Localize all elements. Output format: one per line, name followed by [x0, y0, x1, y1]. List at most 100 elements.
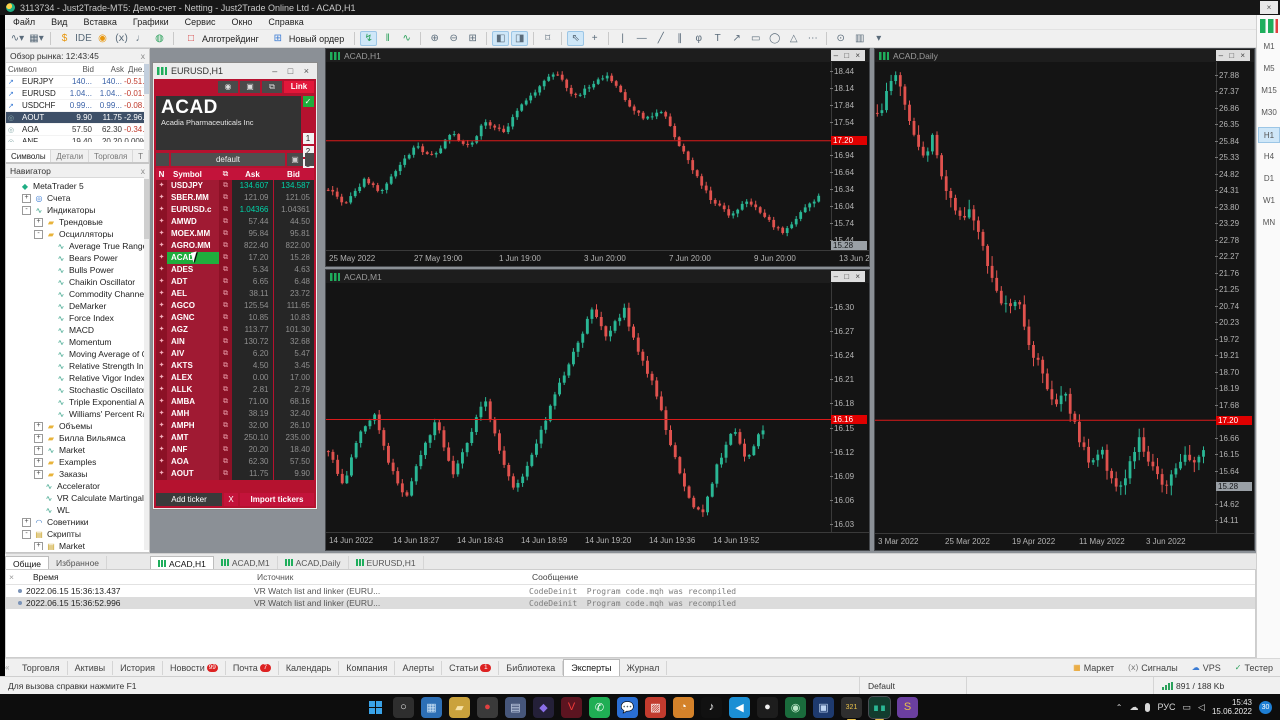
new-order-button[interactable]: ⊞ Новый ордер [265, 31, 350, 46]
watchlist-row[interactable]: ✦ ALLK ⧉ 2.81 2.79 [156, 384, 314, 396]
watchlist-row[interactable]: ✦ ADT ⧉ 6.65 6.48 [156, 276, 314, 288]
tick-chart-icon[interactable]: ↯ [360, 31, 378, 46]
vertical-line-icon[interactable]: | [614, 31, 631, 46]
navigator-item[interactable]: ∿ Commodity Channel In [6, 288, 149, 300]
timeframe-H4[interactable]: H4 [1258, 149, 1280, 165]
floppy-app-icon[interactable]: ▤ [505, 696, 526, 718]
row-link-icon[interactable]: ⧉ [219, 444, 232, 456]
zoom-in-icon[interactable]: ⊕ [426, 31, 443, 46]
navigator-item[interactable]: + ▰ Заказы [6, 468, 149, 480]
trendline-icon[interactable]: ╱ [652, 31, 669, 46]
chart-type-dropdown[interactable]: ∿▾ [9, 31, 26, 46]
search-icon[interactable]: ○ [393, 696, 414, 718]
market-watch-tab-Торговля[interactable]: Торговля [89, 150, 134, 162]
navigator-item[interactable]: ∿ WL [6, 504, 149, 516]
status-profile[interactable]: Default [860, 677, 967, 694]
market-watch-tab-Символы[interactable]: Символы [6, 150, 52, 162]
collapse-minus-icon[interactable]: - [22, 529, 31, 539]
bars-chart-icon[interactable]: ‖ [379, 31, 396, 46]
telegram-icon[interactable]: ◀ [729, 696, 750, 718]
navigator-scrollbar[interactable] [144, 177, 149, 550]
start-button[interactable] [365, 697, 386, 718]
time-axis-m1[interactable]: 14 Jun 2022 14 Jun 18:27 14 Jun 18:43 14 Ju… [326, 532, 869, 551]
bottom-button-Сигналы[interactable]: (ⅹ) Сигналы [1121, 663, 1185, 673]
expand-plus-icon[interactable]: + [34, 445, 43, 455]
mw-col-1[interactable]: Bid [64, 65, 94, 74]
menu-3[interactable]: Графики [125, 15, 177, 29]
market-watch-tab-Детали[interactable]: Детали [51, 150, 89, 162]
auto-scroll-icon[interactable]: ◨ [511, 31, 529, 46]
navigator-item[interactable]: ∿ Average True Range [6, 240, 149, 252]
navigator-item[interactable]: ∿ Stochastic Oscillator [6, 384, 149, 396]
row-link-icon[interactable]: ⧉ [219, 372, 232, 384]
navigator-item[interactable]: + ▰ Examples [6, 456, 149, 468]
menu-4[interactable]: Сервис [177, 15, 224, 29]
zoom-out-icon[interactable]: ⊖ [445, 31, 462, 46]
navigator-tab-Избранное[interactable]: Избранное [49, 556, 108, 569]
fibonacci-icon[interactable]: φ [690, 31, 707, 46]
navigator-item[interactable]: + ◠ Советники [6, 516, 149, 528]
watchlist-row[interactable]: ✦ AMH ⧉ 38.19 32.40 [156, 408, 314, 420]
toolbox-tab-Эксперты[interactable]: Эксперты [563, 659, 620, 676]
row-link-icon[interactable]: ⧉ [219, 348, 232, 360]
row-link-icon[interactable]: ⧉ [219, 336, 232, 348]
toolbox-tab-Алерты[interactable]: Алерты [395, 660, 443, 675]
expand-plus-icon[interactable]: + [34, 421, 43, 431]
add-ticker-button[interactable]: Add ticker [156, 493, 222, 506]
list-check-button[interactable]: ✓ [302, 96, 314, 107]
expand-plus-icon[interactable]: + [34, 469, 43, 479]
profiles-dropdown[interactable]: ▦▾ [28, 31, 45, 46]
navigator-item[interactable]: ∿ DeMarker [6, 300, 149, 312]
market-watch-row[interactable]: ↗ EURUSD 1.04... 1.04... -0.01... [6, 88, 149, 100]
row-link-icon[interactable]: ⧉ [219, 396, 232, 408]
watchlist-row[interactable]: ✦ AOUT ⧉ 11.75 9.90 [156, 468, 314, 480]
navigator-item[interactable]: ∿ Williams' Percent Rang [6, 408, 149, 420]
text-tool-icon[interactable]: T [709, 31, 726, 46]
collapse-minus-icon[interactable]: - [34, 229, 43, 239]
navigator-item[interactable]: ∿ Triple Exponential Ave [6, 396, 149, 408]
objects-dropdown-icon[interactable]: ▾ [870, 31, 887, 46]
row-link-icon[interactable]: ⧉ [219, 468, 232, 480]
cursor-icon[interactable]: ⇖ [567, 31, 585, 46]
toolbox-tab-Журнал[interactable]: Журнал [620, 660, 668, 675]
row-link-icon[interactable]: ⧉ [219, 300, 232, 312]
watchlist-row[interactable]: ✦ AIN ⧉ 130.72 32.68 [156, 336, 314, 348]
expand-plus-icon[interactable]: + [34, 433, 43, 443]
obsidian-icon[interactable]: ◆ [533, 696, 554, 718]
navigator-item[interactable]: ∿ Moving Average of Os [6, 348, 149, 360]
navigator-item[interactable]: ◆ MetaTrader 5 [6, 180, 149, 192]
expand-plus-icon[interactable]: + [34, 457, 43, 467]
chart-titlebar-daily[interactable]: ACAD,Daily – □ × [875, 49, 1254, 62]
toolbox-tab-Почта[interactable]: Почта 7 [226, 660, 279, 675]
screen-recorder-icon[interactable]: ● [477, 696, 498, 718]
market-watch-row[interactable]: ◎ AOA 57.50 62.30 -0.34... [6, 124, 149, 136]
row-link-icon[interactable]: ⧉ [219, 408, 232, 420]
navigator-item[interactable]: + ▰ Билла Вильямса [6, 432, 149, 444]
toolbox-tab-Новости[interactable]: Новости 99 [163, 660, 226, 675]
row-link-icon[interactable]: ⧉ [219, 228, 232, 240]
row-link-icon[interactable]: ⧉ [219, 324, 232, 336]
timeframe-M1[interactable]: M1 [1258, 39, 1280, 55]
watchlist-row[interactable]: ✦ AGZ ⧉ 113.77 101.30 [156, 324, 314, 336]
market-watch-row[interactable]: ↗ EURJPY 140... 140... -0.51... [6, 76, 149, 88]
toolbox-tab-Компания[interactable]: Компания [339, 660, 396, 675]
mw-col-2[interactable]: Ask [94, 65, 124, 74]
row-link-icon[interactable]: ⧉ [219, 204, 232, 216]
algo-lock-icon[interactable]: ◉ [94, 31, 111, 46]
row-link-icon[interactable]: ⧉ [219, 252, 232, 264]
profile-screen-icon[interactable]: ▣ [287, 153, 303, 166]
metatrader5-icon[interactable]: ∎∎ [868, 695, 891, 720]
indicators-list-icon[interactable]: ▥ [851, 31, 868, 46]
log-row[interactable]: 2022.06.15 15:36:13.437 VR Watch list and… [6, 585, 1255, 597]
metaeditor-ide-icon[interactable]: IDE [75, 31, 92, 46]
navigator-item[interactable]: ∿ VR Calculate Martingale [6, 492, 149, 504]
navigator-item[interactable]: + ▤ Market [6, 540, 149, 550]
watchlist-row[interactable]: ✦ AGNC ⧉ 10.85 10.83 [156, 312, 314, 324]
log-row[interactable]: 2022.06.15 15:36:52.996 VR Watch list and… [6, 597, 1255, 609]
toolbox-close-icon[interactable]: × [6, 572, 17, 582]
navigator-item[interactable]: ∿ Bears Power [6, 252, 149, 264]
row-link-icon[interactable]: ⧉ [219, 312, 232, 324]
watchlist-row[interactable]: ✦ AGRO.MM ⧉ 822.40 822.00 [156, 240, 314, 252]
row-link-icon[interactable]: ⧉ [219, 420, 232, 432]
chart-tab-EURUSD,H1[interactable]: EURUSD,H1 [349, 556, 424, 569]
